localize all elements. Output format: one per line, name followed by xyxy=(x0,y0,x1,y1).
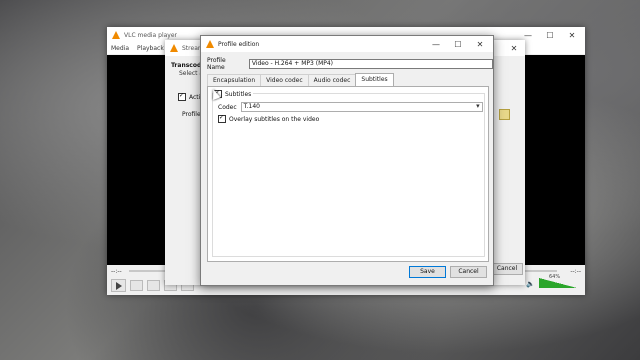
volume-slider[interactable]: 64% xyxy=(539,274,577,288)
stream-cone-icon xyxy=(170,44,178,52)
profile-name-row: Profile Name Video - H.264 + MP3 (MP4) xyxy=(207,57,493,71)
codec-label: Codec xyxy=(218,103,237,111)
codec-select[interactable]: T.140 xyxy=(240,102,483,112)
time-remaining: --:-- xyxy=(570,268,581,275)
codec-select-value: T.140 xyxy=(243,103,260,110)
maximize-icon[interactable]: ☐ xyxy=(539,27,561,43)
play-button[interactable] xyxy=(111,279,126,292)
profile-tabs: Encapsulation Video codec Audio codec Su… xyxy=(207,73,394,87)
previous-button[interactable] xyxy=(129,280,143,291)
new-profile-button[interactable] xyxy=(499,109,510,120)
dialog-cone-icon xyxy=(206,40,214,48)
vlc-title: VLC media player xyxy=(124,31,178,39)
profile-name-label: Profile Name xyxy=(207,57,226,71)
dialog-title: Profile edition xyxy=(218,40,260,48)
dialog-close-icon[interactable]: ✕ xyxy=(469,36,491,52)
volume-icon[interactable]: 🔈 xyxy=(526,280,535,288)
overlay-label: Overlay subtitles on the video xyxy=(229,115,320,123)
profile-name-input[interactable]: Video - H.264 + MP3 (MP4) xyxy=(248,59,493,69)
subtitles-panel: Subtitles Codec T.140 Overlay subtitles … xyxy=(207,86,489,262)
menu-playback[interactable]: Playback xyxy=(133,43,168,54)
time-elapsed: --:-- xyxy=(111,268,122,275)
codec-row: Codec T.140 xyxy=(218,102,483,112)
cancel-button[interactable]: Cancel xyxy=(450,266,487,278)
dialog-minimize-icon[interactable]: — xyxy=(425,36,447,52)
stream-close-icon[interactable]: ✕ xyxy=(503,40,525,56)
tab-subtitles[interactable]: Subtitles xyxy=(355,73,394,87)
play-icon xyxy=(116,282,122,290)
stop-button[interactable] xyxy=(146,280,160,291)
profile-edition-dialog: Profile edition — ☐ ✕ Profile Name Video… xyxy=(200,35,494,286)
stream-cancel-button[interactable]: Cancel xyxy=(491,263,523,275)
close-icon[interactable]: ✕ xyxy=(561,27,583,43)
volume-level: 64% xyxy=(549,274,561,280)
save-button[interactable]: Save xyxy=(409,266,446,278)
profile-label: Profile xyxy=(182,111,201,118)
overlay-checkbox[interactable] xyxy=(218,114,226,123)
menu-media[interactable]: Media xyxy=(107,43,133,54)
dialog-maximize-icon[interactable]: ☐ xyxy=(447,36,469,52)
vlc-cone-icon xyxy=(112,31,120,39)
dialog-titlebar: Profile edition — ☐ ✕ xyxy=(201,36,493,52)
subtitles-checkbox-label: Subtitles xyxy=(225,90,252,98)
overlay-row[interactable]: Overlay subtitles on the video xyxy=(218,114,320,123)
activate-transcoding-checkbox[interactable] xyxy=(178,92,186,101)
